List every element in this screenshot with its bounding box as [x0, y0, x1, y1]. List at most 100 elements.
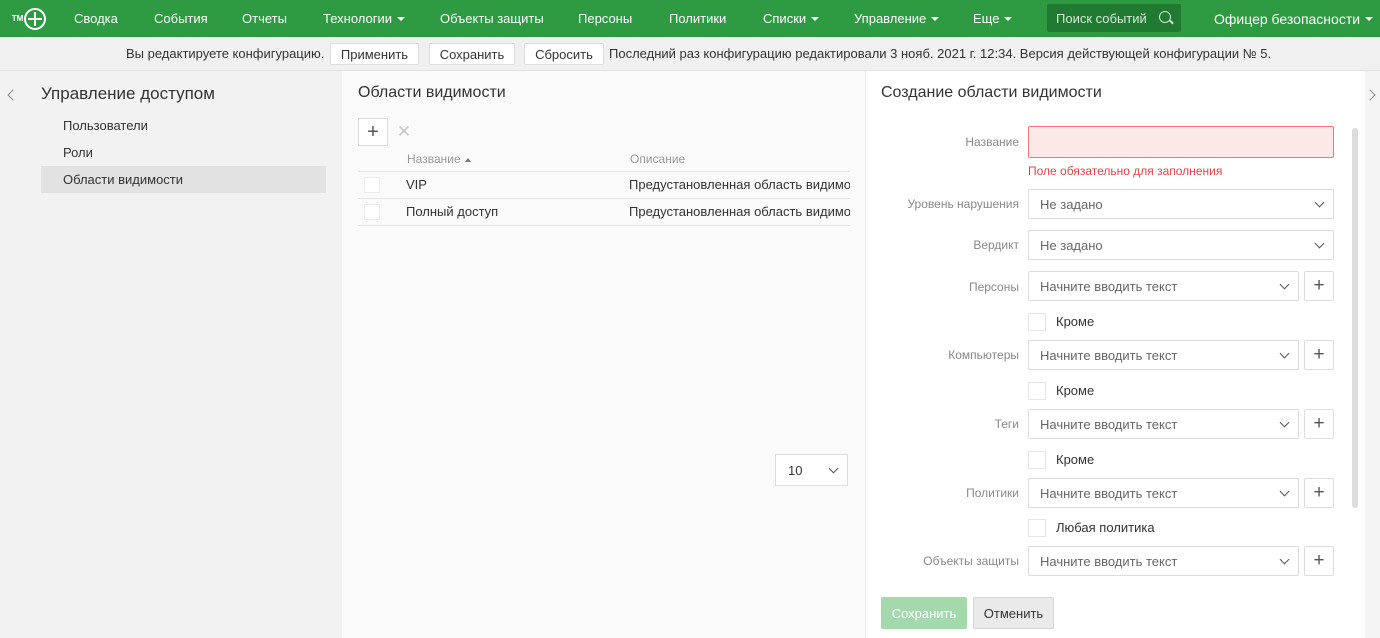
- plus-icon: +: [1313, 275, 1325, 296]
- plus-icon: +: [1313, 550, 1325, 571]
- sidebar-item-roles[interactable]: Роли: [41, 139, 326, 166]
- delete-button[interactable]: ✕: [392, 118, 416, 146]
- tags-except-label: Кроме: [1056, 452, 1095, 467]
- cancel-button[interactable]: Отменить: [973, 597, 1054, 629]
- row-checkbox[interactable]: [364, 204, 380, 220]
- protected-objects-label: Объекты защиты: [923, 554, 1019, 568]
- app-logo[interactable]: TM: [0, 0, 58, 37]
- top-navbar: TM Сводка События Отчеты Технологии Объекты …: [0, 0, 1380, 37]
- nav-item-label: Объекты защиты: [440, 11, 544, 26]
- tags-label: Теги: [994, 417, 1019, 431]
- protected-objects-input[interactable]: Начните вводить текст: [1028, 546, 1299, 576]
- nav-item-label: Технологии: [323, 11, 393, 26]
- add-person-button[interactable]: +: [1304, 271, 1334, 301]
- page-size-select[interactable]: 10: [775, 454, 848, 486]
- nav-item[interactable]: Списки: [763, 0, 820, 37]
- cell-description: Предустановленная область видимости: [629, 204, 850, 219]
- policies-label: Политики: [966, 486, 1019, 500]
- chevron-down-icon: [1279, 554, 1290, 565]
- chevron-down-icon: [1279, 417, 1290, 428]
- computers-placeholder: Начните вводить текст: [1040, 347, 1178, 363]
- chevron-down-icon: [1279, 348, 1290, 359]
- nav-item[interactable]: Еще: [973, 0, 1013, 37]
- chevron-down-icon: [1365, 16, 1374, 21]
- nav-item[interactable]: Отчеты: [242, 0, 287, 37]
- name-input[interactable]: [1028, 126, 1334, 158]
- computers-except-checkbox[interactable]: [1028, 382, 1046, 400]
- persons-input[interactable]: Начните вводить текст: [1028, 271, 1299, 301]
- chevron-down-icon: [397, 16, 406, 21]
- add-computer-button[interactable]: +: [1304, 340, 1334, 370]
- apply-button[interactable]: Применить: [330, 43, 419, 65]
- any-policy-checkbox[interactable]: [1028, 519, 1046, 537]
- user-menu[interactable]: Офицер безопасности: [1214, 0, 1374, 37]
- computers-input[interactable]: Начните вводить текст: [1028, 340, 1299, 370]
- persons-placeholder: Начните вводить текст: [1040, 278, 1178, 294]
- column-header-label: Название: [407, 152, 461, 166]
- verdict-value: Не задано: [1040, 237, 1103, 253]
- search-placeholder: Поиск событий: [1056, 10, 1147, 26]
- nav-item[interactable]: Персоны: [578, 0, 632, 37]
- sidebar-item-scopes[interactable]: Области видимости: [41, 166, 326, 193]
- table-row[interactable]: Полный доступ Предустановленная область …: [358, 199, 850, 225]
- protected-objects-placeholder: Начните вводить текст: [1040, 553, 1178, 569]
- persons-except-label: Кроме: [1056, 314, 1095, 329]
- chevron-down-icon: [828, 463, 839, 474]
- chevron-down-icon: [1279, 279, 1290, 290]
- persons-label: Персоны: [968, 280, 1019, 294]
- tags-except-checkbox[interactable]: [1028, 451, 1046, 469]
- computers-label: Компьютеры: [948, 348, 1019, 362]
- chevron-down-icon: [1314, 197, 1325, 208]
- tags-placeholder: Начните вводить текст: [1040, 416, 1178, 432]
- add-protected-object-button[interactable]: +: [1304, 546, 1334, 576]
- plus-icon: +: [1313, 413, 1325, 434]
- table-row[interactable]: VIP Предустановленная область видимости: [358, 172, 850, 198]
- chevron-down-icon: [1314, 238, 1325, 249]
- save-button[interactable]: Сохранить: [881, 597, 967, 629]
- logo-tm-text: TM: [11, 14, 24, 23]
- nav-item[interactable]: Управление: [854, 0, 940, 37]
- nav-item[interactable]: Политики: [669, 0, 726, 37]
- violation-level-select[interactable]: Не задано: [1028, 189, 1334, 219]
- chevron-down-icon: [1004, 16, 1013, 21]
- right-edge: [1365, 71, 1380, 638]
- divider: [358, 225, 850, 226]
- nav-item-label: Отчеты: [242, 11, 287, 26]
- search-icon[interactable]: [1159, 11, 1171, 23]
- search-input[interactable]: Поиск событий: [1047, 4, 1181, 32]
- verdict-select[interactable]: Не задано: [1028, 230, 1334, 260]
- add-policy-button[interactable]: +: [1304, 478, 1334, 508]
- editing-notice: Вы редактируете конфигурацию.: [126, 46, 325, 61]
- add-tag-button[interactable]: +: [1304, 409, 1334, 439]
- scrollbar[interactable]: [1352, 128, 1358, 508]
- policies-input[interactable]: Начните вводить текст: [1028, 478, 1299, 508]
- chevron-right-icon: [1364, 89, 1376, 101]
- persons-except-checkbox[interactable]: [1028, 313, 1046, 331]
- tags-input[interactable]: Начните вводить текст: [1028, 409, 1299, 439]
- nav-item-label: Сводка: [74, 11, 118, 26]
- add-button[interactable]: +: [358, 118, 388, 146]
- nav-item[interactable]: События: [154, 0, 208, 37]
- config-bar: Вы редактируете конфигурацию. Применить …: [0, 37, 1380, 71]
- sidebar-item-label: Пользователи: [63, 118, 148, 133]
- plus-icon: +: [1313, 482, 1325, 503]
- row-checkbox[interactable]: [364, 177, 380, 193]
- nav-item-label: Управление: [854, 11, 927, 26]
- plus-icon: +: [1313, 344, 1325, 365]
- close-icon: ✕: [396, 122, 412, 141]
- column-header-description[interactable]: Описание: [630, 152, 685, 166]
- reset-button[interactable]: Сбросить: [524, 43, 604, 65]
- collapse-left-button[interactable]: [6, 88, 19, 102]
- user-name: Офицер безопасности: [1214, 10, 1361, 27]
- nav-item[interactable]: Объекты защиты: [440, 0, 544, 37]
- collapse-right-button[interactable]: [1364, 88, 1377, 102]
- column-header-name[interactable]: Название: [407, 152, 471, 166]
- save-config-button[interactable]: Сохранить: [429, 43, 515, 65]
- nav-item[interactable]: Сводка: [74, 0, 118, 37]
- sort-ascending-icon: [464, 157, 471, 162]
- sidebar-item-label: Области видимости: [63, 172, 184, 187]
- verdict-label: Вердикт: [973, 238, 1019, 252]
- nav-item[interactable]: Технологии: [323, 0, 406, 37]
- sidebar-item-users[interactable]: Пользователи: [41, 112, 326, 139]
- nav-item-label: Еще: [973, 11, 1000, 26]
